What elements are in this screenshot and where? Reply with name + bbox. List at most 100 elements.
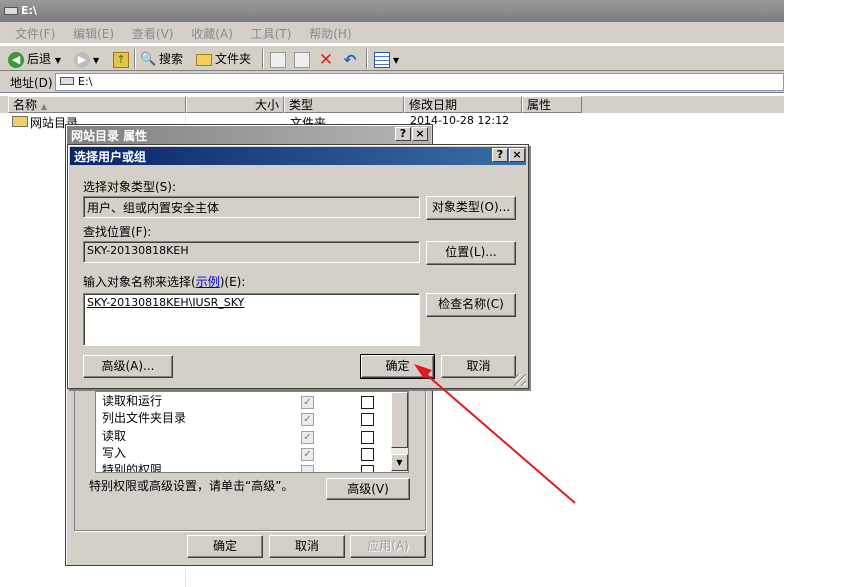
object-names-value: SKY-20130818KEH\IUSR_SKY bbox=[87, 296, 245, 309]
scroll-down-button[interactable]: ▼ bbox=[391, 454, 408, 471]
permission-row: 读取 bbox=[102, 428, 126, 445]
address-input[interactable]: E:\ bbox=[55, 73, 784, 91]
search-button[interactable]: 🔍 搜索 bbox=[140, 49, 183, 69]
copy-to-icon bbox=[294, 51, 310, 68]
dropdown-icon: ▼ bbox=[54, 56, 61, 65]
permissions-scrollbar[interactable]: ▼ bbox=[391, 392, 408, 472]
allow-checkbox[interactable] bbox=[301, 465, 314, 472]
advanced-button[interactable]: 高级(A)... bbox=[83, 355, 173, 378]
permission-name: 列出文件夹目录 bbox=[102, 411, 187, 425]
cancel-button[interactable]: 取消 bbox=[441, 355, 516, 378]
object-names-textarea[interactable]: SKY-20130818KEH\IUSR_SKY bbox=[83, 293, 420, 346]
deny-checkbox[interactable] bbox=[361, 448, 374, 461]
menu-favorites[interactable]: 收藏(A) bbox=[184, 22, 240, 42]
move-to-button[interactable] bbox=[270, 49, 289, 69]
chevron-down-icon: ▼ bbox=[396, 458, 403, 467]
locations-button[interactable]: 位置(L)... bbox=[426, 241, 516, 265]
close-button[interactable]: × bbox=[412, 127, 428, 141]
copy-to-button[interactable] bbox=[294, 49, 313, 69]
deny-checkbox[interactable] bbox=[361, 465, 374, 472]
enter-names-prefix: 输入对象名称来选择( bbox=[83, 275, 196, 289]
help-button[interactable]: ? bbox=[492, 148, 508, 162]
dropdown-icon: ▼ bbox=[93, 56, 100, 65]
move-to-icon bbox=[270, 51, 286, 68]
examples-link[interactable]: 示例 bbox=[196, 275, 220, 289]
delete-button[interactable]: ✕ bbox=[318, 49, 337, 69]
special-permissions-hint: 特别权限或高级设置，请单击“高级”。 bbox=[89, 479, 294, 493]
check-names-button[interactable]: 检查名称(C) bbox=[426, 293, 516, 317]
permission-name: 读取 bbox=[102, 429, 127, 443]
apply-button[interactable]: 应用(A) bbox=[350, 535, 426, 558]
allow-checkbox[interactable]: ✓ bbox=[301, 448, 314, 461]
explorer-titlebar: E:\ bbox=[0, 0, 784, 22]
object-type-label: 选择对象类型(S): bbox=[83, 180, 177, 194]
deny-checkbox[interactable] bbox=[361, 413, 374, 426]
permission-row: 写入 bbox=[102, 445, 126, 462]
close-button[interactable]: × bbox=[509, 148, 525, 162]
ok-button[interactable]: 确定 bbox=[360, 354, 435, 379]
forward-button[interactable]: ▶ ▼ bbox=[74, 49, 99, 69]
folders-button[interactable]: 文件夹 bbox=[196, 49, 251, 69]
properties-title: 网站目录 属性 bbox=[71, 129, 148, 143]
menu-tools[interactable]: 工具(T) bbox=[244, 22, 299, 42]
allow-checkbox[interactable]: ✓ bbox=[301, 396, 314, 409]
folders-label: 文件夹 bbox=[215, 52, 252, 66]
search-icon: 🔍 bbox=[140, 51, 157, 67]
scroll-thumb[interactable] bbox=[391, 392, 408, 448]
ok-button[interactable]: 确定 bbox=[187, 535, 263, 558]
deny-checkbox[interactable] bbox=[361, 396, 374, 409]
help-button[interactable]: ? bbox=[395, 127, 411, 141]
drive-icon bbox=[60, 77, 74, 85]
column-attributes[interactable]: 属性 bbox=[522, 96, 582, 113]
list-header: 名称 ▲ 大小 类型 修改日期 属性 bbox=[0, 96, 784, 113]
permission-row: 读取和运行 bbox=[102, 393, 162, 410]
drive-icon bbox=[4, 7, 18, 15]
views-button[interactable]: ▼ bbox=[374, 49, 399, 69]
address-label: 地址(D) bbox=[10, 76, 53, 90]
cancel-button[interactable]: 取消 bbox=[269, 535, 345, 558]
object-type-field: 用户、组或内置安全主体 bbox=[83, 196, 420, 218]
undo-icon: ↶ bbox=[343, 50, 357, 69]
properties-titlebar: 网站目录 属性 ? × bbox=[67, 126, 431, 144]
permission-row: 列出文件夹目录 bbox=[102, 410, 186, 427]
back-button[interactable]: ◀ 后退 ▼ bbox=[8, 49, 61, 69]
views-icon bbox=[374, 51, 390, 68]
undo-button[interactable]: ↶ bbox=[342, 49, 361, 69]
select-users-dialog: 选择用户或组 ? × 选择对象类型(S): 用户、组或内置安全主体 对象类型(O… bbox=[67, 144, 529, 389]
location-field: SKY-20130818KEH bbox=[83, 241, 420, 263]
column-name[interactable]: 名称 ▲ bbox=[8, 96, 186, 113]
column-size-label: 大小 bbox=[254, 98, 279, 112]
folder-icon bbox=[12, 116, 28, 127]
forward-arrow-icon: ▶ bbox=[74, 51, 90, 68]
allow-checkbox[interactable]: ✓ bbox=[301, 431, 314, 444]
column-modified[interactable]: 修改日期 bbox=[404, 96, 522, 113]
up-folder-button[interactable]: ↑ bbox=[113, 49, 132, 69]
permissions-list: 读取和运行 列出文件夹目录 读取 写入 特别的权限 ✓ ✓ ✓ ✓ bbox=[95, 391, 409, 473]
menu-view[interactable]: 查看(V) bbox=[125, 22, 181, 42]
column-size[interactable]: 大小 bbox=[186, 96, 284, 113]
location-label: 查找位置(F): bbox=[83, 225, 152, 239]
deny-checkbox[interactable] bbox=[361, 431, 374, 444]
resize-grip[interactable] bbox=[514, 374, 526, 386]
location-value: SKY-20130818KEH bbox=[87, 244, 189, 257]
sort-up-icon: ▲ bbox=[40, 102, 47, 111]
enter-names-suffix: )(E): bbox=[219, 275, 246, 289]
folder-icon bbox=[196, 53, 212, 66]
menu-file[interactable]: 文件(F) bbox=[8, 22, 62, 42]
advanced-permissions-button[interactable]: 高级(V) bbox=[326, 478, 410, 500]
permission-row: 特别的权限 bbox=[102, 462, 162, 472]
back-arrow-icon: ◀ bbox=[8, 51, 24, 68]
dropdown-icon: ▼ bbox=[393, 56, 400, 65]
window-title: E:\ bbox=[21, 4, 37, 17]
allow-checkbox[interactable]: ✓ bbox=[301, 413, 314, 426]
menu-help[interactable]: 帮助(H) bbox=[302, 22, 358, 42]
enter-names-label: 输入对象名称来选择(示例)(E): bbox=[83, 273, 245, 290]
menu-edit[interactable]: 编辑(E) bbox=[66, 22, 121, 42]
object-type-value: 用户、组或内置安全主体 bbox=[87, 201, 220, 215]
menu-bar: 文件(F) 编辑(E) 查看(V) 收藏(A) 工具(T) 帮助(H) bbox=[0, 22, 784, 44]
column-type[interactable]: 类型 bbox=[284, 96, 404, 113]
select-users-title: 选择用户或组 bbox=[74, 150, 147, 164]
up-folder-icon: ↑ bbox=[113, 51, 129, 68]
object-types-button[interactable]: 对象类型(O)... bbox=[426, 196, 516, 220]
address-bar: 地址(D) E:\ bbox=[0, 71, 784, 93]
